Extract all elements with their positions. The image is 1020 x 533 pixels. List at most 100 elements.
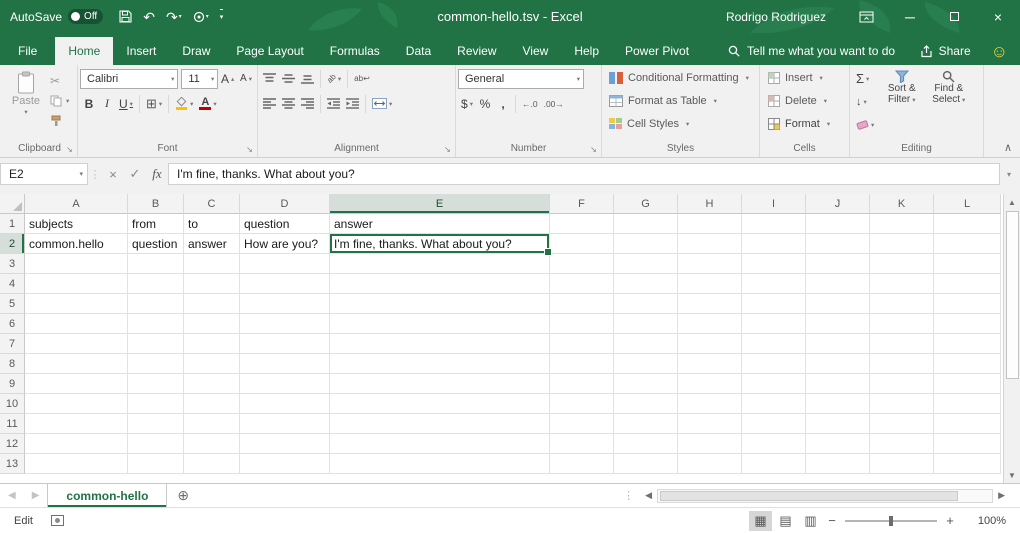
macro-record-icon[interactable] (51, 515, 64, 526)
cell-K3[interactable] (870, 254, 934, 274)
format-painter-button[interactable] (48, 111, 71, 131)
column-header-E[interactable]: E (330, 194, 550, 214)
cell-H4[interactable] (678, 274, 742, 294)
cell-E10[interactable] (330, 394, 550, 414)
cell-A10[interactable] (25, 394, 128, 414)
clipboard-dialog-launcher[interactable]: ↘ (64, 144, 75, 155)
cell-H13[interactable] (678, 454, 742, 474)
copy-button[interactable]: ▾ (48, 91, 71, 111)
tab-file[interactable]: File (0, 37, 55, 65)
cell-K12[interactable] (870, 434, 934, 454)
normal-view-button[interactable]: ▦ (749, 511, 772, 531)
name-box[interactable]: E2 ▾ (0, 163, 88, 185)
underline-button[interactable]: U▾ (116, 93, 136, 114)
cancel-entry-button[interactable]: × (102, 163, 124, 185)
cell-C13[interactable] (184, 454, 240, 474)
cell-F11[interactable] (550, 414, 614, 434)
column-header-I[interactable]: I (742, 194, 806, 214)
cell-I10[interactable] (742, 394, 806, 414)
cell-H10[interactable] (678, 394, 742, 414)
cell-I13[interactable] (742, 454, 806, 474)
cell-C5[interactable] (184, 294, 240, 314)
cell-K5[interactable] (870, 294, 934, 314)
cell-G6[interactable] (614, 314, 678, 334)
row-header-11[interactable]: 11 (0, 414, 25, 434)
paste-button[interactable]: Paste ▾ (4, 66, 48, 141)
next-sheet-arrow-icon[interactable]: ▶ (24, 490, 48, 501)
cell-E11[interactable] (330, 414, 550, 434)
cell-E13[interactable] (330, 454, 550, 474)
cell-L8[interactable] (934, 354, 1001, 374)
cell-D4[interactable] (240, 274, 330, 294)
cell-G1[interactable] (614, 214, 678, 234)
cell-H2[interactable] (678, 234, 742, 254)
cell-I2[interactable] (742, 234, 806, 254)
cell-H6[interactable] (678, 314, 742, 334)
cell-C12[interactable] (184, 434, 240, 454)
cell-D13[interactable] (240, 454, 330, 474)
cell-J1[interactable] (806, 214, 870, 234)
cell-B13[interactable] (128, 454, 184, 474)
font-name-combobox[interactable]: Calibri▾ (80, 69, 178, 89)
align-center-button[interactable] (279, 93, 298, 114)
cell-I5[interactable] (742, 294, 806, 314)
cell-A9[interactable] (25, 374, 128, 394)
merge-center-button[interactable]: ▾ (369, 93, 395, 114)
cell-A7[interactable] (25, 334, 128, 354)
cell-C4[interactable] (184, 274, 240, 294)
save-button[interactable] (119, 10, 132, 23)
select-all-button[interactable] (0, 194, 25, 214)
cell-E4[interactable] (330, 274, 550, 294)
zoom-slider-thumb[interactable] (889, 516, 893, 526)
cell-K11[interactable] (870, 414, 934, 434)
tab-home[interactable]: Home (55, 37, 113, 65)
cell-L7[interactable] (934, 334, 1001, 354)
cell-J12[interactable] (806, 434, 870, 454)
cell-E1[interactable]: answer (330, 214, 550, 234)
format-as-table-button[interactable]: Format as Table ▾ (604, 89, 757, 112)
cell-C6[interactable] (184, 314, 240, 334)
cell-A5[interactable] (25, 294, 128, 314)
row-header-5[interactable]: 5 (0, 294, 25, 314)
cell-D6[interactable] (240, 314, 330, 334)
font-dialog-launcher[interactable]: ↘ (244, 144, 255, 155)
cell-B2[interactable]: question (128, 234, 184, 254)
bold-button[interactable]: B (80, 93, 98, 114)
conditional-formatting-button[interactable]: Conditional Formatting ▾ (604, 66, 757, 89)
minimize-button[interactable]: ─ (888, 0, 932, 33)
cell-L3[interactable] (934, 254, 1001, 274)
cell-D1[interactable]: question (240, 214, 330, 234)
cell-F3[interactable] (550, 254, 614, 274)
cell-B8[interactable] (128, 354, 184, 374)
cell-J3[interactable] (806, 254, 870, 274)
cell-A3[interactable] (25, 254, 128, 274)
cell-I1[interactable] (742, 214, 806, 234)
top-align-button[interactable] (260, 68, 279, 89)
cell-I8[interactable] (742, 354, 806, 374)
decrease-decimal-button[interactable]: .00→ (541, 93, 567, 114)
cell-K6[interactable] (870, 314, 934, 334)
sheet-tab-common-hello[interactable]: common-hello (47, 484, 167, 507)
cell-B7[interactable] (128, 334, 184, 354)
cell-L10[interactable] (934, 394, 1001, 414)
cell-A6[interactable] (25, 314, 128, 334)
page-layout-view-button[interactable]: ▤ (774, 511, 797, 531)
cell-D2[interactable]: How are you? (240, 234, 330, 254)
cell-C9[interactable] (184, 374, 240, 394)
cell-F5[interactable] (550, 294, 614, 314)
cell-L9[interactable] (934, 374, 1001, 394)
cell-J13[interactable] (806, 454, 870, 474)
cell-G12[interactable] (614, 434, 678, 454)
borders-button[interactable]: ⊞▾ (143, 93, 165, 114)
column-header-A[interactable]: A (25, 194, 128, 214)
cell-F13[interactable] (550, 454, 614, 474)
cell-D3[interactable] (240, 254, 330, 274)
find-select-button[interactable]: Find & Select▾ (925, 66, 972, 141)
redo-button[interactable]: ↷▾ (166, 10, 182, 24)
cell-G3[interactable] (614, 254, 678, 274)
scroll-left-arrow-icon[interactable]: ◀ (640, 490, 657, 501)
horizontal-scrollbar-thumb[interactable] (660, 491, 958, 501)
cell-E9[interactable] (330, 374, 550, 394)
page-break-preview-button[interactable]: ▥ (799, 511, 822, 531)
tabbar-resize-handle[interactable]: ⋮ (623, 489, 634, 502)
